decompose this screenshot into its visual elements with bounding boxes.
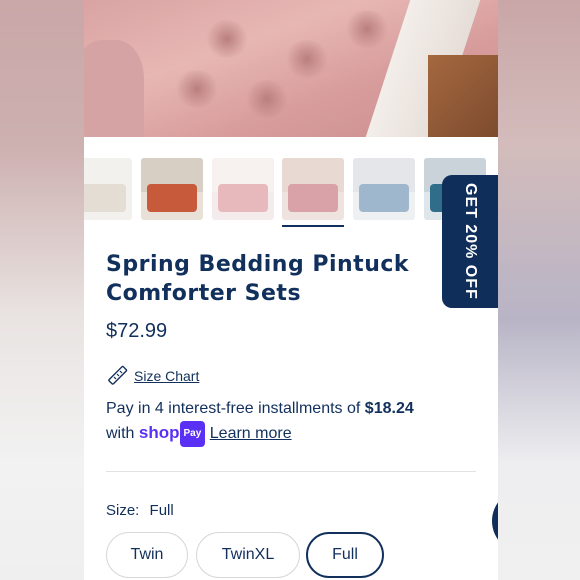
blurred-background-left (0, 0, 84, 580)
installments-with: with (106, 425, 135, 443)
promo-label: GET 20% OFF (462, 183, 479, 300)
size-chart-label: Size Chart (134, 368, 200, 384)
pintuck-detail (174, 70, 220, 108)
learn-more-link[interactable]: Learn more (210, 425, 292, 442)
size-option-twinxl[interactable]: TwinXL (196, 532, 300, 578)
size-option-full[interactable]: Full (306, 532, 384, 578)
shop-pay-pill: Pay (179, 421, 206, 447)
product-price: $72.99 (106, 320, 168, 342)
product-page: GET 20% OFF Spring Bedding Pintuck Comfo… (84, 0, 498, 580)
thumbnail-pink-bedding[interactable] (282, 158, 344, 220)
pintuck-detail (244, 80, 290, 118)
shop-pay-logo: shop (138, 423, 180, 443)
size-selected-value: Full (149, 502, 174, 519)
thumbnail-strip (84, 158, 498, 222)
product-title-line-2: Comforter Sets (106, 281, 302, 306)
size-selector-label: Size: Full (106, 502, 174, 519)
size-label-text: Size: (106, 502, 140, 519)
product-title: Spring Bedding Pintuck Comforter Sets (106, 250, 436, 308)
blurred-background-right (498, 0, 580, 580)
promo-tab[interactable]: GET 20% OFF (442, 175, 498, 308)
floor-shape (428, 55, 498, 137)
pintuck-detail (284, 40, 330, 78)
product-main-image[interactable] (84, 0, 498, 137)
divider (106, 471, 476, 472)
product-title-line-1: Spring Bedding Pintuck (106, 252, 410, 277)
thumbnail-blue-bedding[interactable] (353, 158, 415, 220)
size-chart-link[interactable]: Size Chart (106, 365, 199, 387)
selected-thumbnail-indicator (282, 225, 344, 227)
pintuck-detail (344, 10, 390, 48)
installment-amount: $18.24 (364, 400, 414, 417)
thumbnail-rust-bedding[interactable] (141, 158, 203, 220)
size-option-twin[interactable]: Twin (106, 532, 188, 578)
ruler-icon (108, 365, 128, 385)
pintuck-detail (204, 20, 250, 58)
chat-button[interactable] (492, 489, 498, 553)
installments-text: Pay in 4 interest-free installments of (106, 400, 361, 417)
thumbnail-blush-bedding[interactable] (212, 158, 274, 220)
installments-info: Pay in 4 interest-free installments of $… (106, 397, 466, 447)
chair-shape (84, 40, 144, 137)
thumbnail-white-bedding[interactable] (84, 158, 132, 220)
